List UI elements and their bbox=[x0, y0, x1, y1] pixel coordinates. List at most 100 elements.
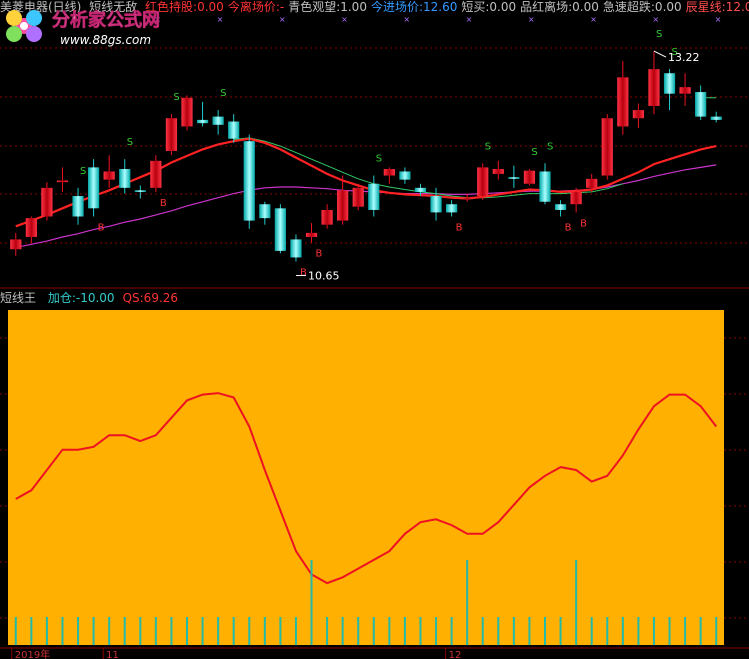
candle bbox=[196, 101, 209, 127]
candle bbox=[399, 167, 411, 184]
candle bbox=[617, 60, 629, 135]
candle-body bbox=[196, 119, 209, 124]
candle bbox=[446, 200, 458, 217]
candle bbox=[274, 204, 286, 254]
top-tick-20: × bbox=[341, 15, 348, 24]
candle bbox=[337, 175, 349, 225]
sell-signal-8: S bbox=[656, 29, 662, 40]
buy-signal-1: B bbox=[160, 198, 167, 209]
candle bbox=[181, 95, 193, 131]
candle bbox=[648, 51, 660, 115]
candle-body bbox=[383, 169, 395, 176]
candle-body bbox=[523, 170, 536, 184]
candle-body bbox=[399, 171, 411, 180]
candle-body bbox=[56, 180, 69, 183]
candle-body bbox=[41, 187, 53, 217]
candle-body bbox=[648, 69, 660, 106]
buy-signal-5: B bbox=[565, 223, 572, 234]
candle-body bbox=[492, 169, 504, 174]
flower-icon bbox=[6, 10, 42, 42]
candle-body bbox=[274, 208, 286, 251]
candle bbox=[88, 159, 100, 217]
candle bbox=[243, 134, 255, 229]
sell-signal-3: S bbox=[220, 88, 226, 99]
candle-body bbox=[103, 171, 115, 180]
candle bbox=[710, 111, 722, 123]
buy-signal-3: B bbox=[316, 249, 323, 260]
candle bbox=[119, 159, 131, 194]
x-tick-label-2: 12 bbox=[449, 650, 462, 659]
sub-legend-item-0: 加仓:-10.00 bbox=[47, 291, 115, 305]
candle bbox=[10, 232, 22, 256]
candle bbox=[477, 163, 489, 201]
candle bbox=[368, 175, 380, 217]
high-pointer bbox=[653, 50, 667, 58]
sell-signal-4: S bbox=[376, 154, 382, 165]
candle-body bbox=[570, 191, 582, 205]
top-tick-16: × bbox=[279, 15, 286, 24]
candle bbox=[679, 73, 691, 106]
candle bbox=[165, 114, 178, 156]
candle-body bbox=[539, 171, 551, 202]
sub-chart-legend: 短线王 加仓:-10.00 QS:69.26 bbox=[0, 291, 194, 305]
buy-signal-2: B bbox=[300, 268, 307, 279]
candle-body bbox=[25, 218, 37, 237]
candle-body bbox=[368, 183, 380, 210]
candle-body bbox=[181, 97, 193, 127]
candle-body bbox=[165, 118, 178, 151]
candle-body bbox=[430, 196, 442, 213]
buy-signal-4: B bbox=[456, 223, 463, 234]
candle bbox=[103, 155, 115, 188]
candle bbox=[134, 185, 146, 199]
high-label: 13.22 bbox=[668, 51, 700, 64]
candle-body bbox=[243, 141, 255, 221]
x-tick-label-1: 11 bbox=[106, 650, 119, 659]
candle-body bbox=[337, 190, 349, 221]
candle-body bbox=[601, 118, 613, 176]
top-tick-12: × bbox=[217, 15, 224, 24]
buy-signal-6: B bbox=[580, 218, 587, 229]
candle bbox=[492, 160, 504, 180]
candle-body bbox=[259, 204, 271, 219]
low-label: 10.65 bbox=[308, 270, 340, 283]
candle bbox=[601, 114, 613, 180]
candle bbox=[25, 216, 37, 243]
top-tick-32: × bbox=[528, 15, 535, 24]
candle bbox=[56, 167, 69, 192]
sell-signal-2: S bbox=[173, 92, 179, 103]
sell-signal-0: S bbox=[80, 166, 86, 177]
candle bbox=[663, 69, 676, 111]
candle-body bbox=[632, 110, 644, 119]
candle-body bbox=[352, 187, 364, 207]
candle-body bbox=[119, 169, 131, 188]
candle bbox=[212, 110, 224, 135]
candle-body bbox=[663, 73, 676, 94]
sub-title: 短线王 bbox=[0, 291, 37, 305]
candle bbox=[695, 85, 707, 120]
x-tick-label-0: 2019年 bbox=[15, 648, 50, 659]
candle-body bbox=[461, 197, 473, 200]
chart-root: 美菱电器(日线) 短线无敌 红色持股:0.00 今离场价:- 青色观望:1.00 今进… bbox=[0, 0, 749, 659]
candle-body bbox=[508, 177, 520, 179]
chart-canvas: ××××××××××××BBBBBBBSSSSSSSSSS13.2210.652… bbox=[0, 15, 749, 659]
candle bbox=[150, 155, 162, 192]
watermark-title: 分析家公式网 bbox=[52, 9, 160, 31]
candle-body bbox=[710, 116, 722, 120]
candle-body bbox=[414, 187, 427, 192]
candle-body bbox=[10, 239, 22, 250]
candle bbox=[259, 201, 271, 225]
candle-body bbox=[290, 239, 302, 258]
candle-body bbox=[321, 209, 333, 225]
sell-signal-6: S bbox=[531, 147, 537, 158]
candle-body bbox=[88, 167, 100, 209]
candle bbox=[72, 187, 84, 225]
candle bbox=[41, 182, 53, 221]
candle-body bbox=[679, 87, 691, 94]
sub-legend-item-1: QS:69.26 bbox=[122, 291, 179, 305]
candle bbox=[321, 204, 333, 229]
candle-body bbox=[554, 204, 567, 210]
watermark-logo: 分析家公式网 www.88gs.com bbox=[6, 9, 160, 47]
candle bbox=[508, 165, 520, 188]
candle-body bbox=[446, 204, 458, 213]
candle bbox=[523, 169, 536, 186]
